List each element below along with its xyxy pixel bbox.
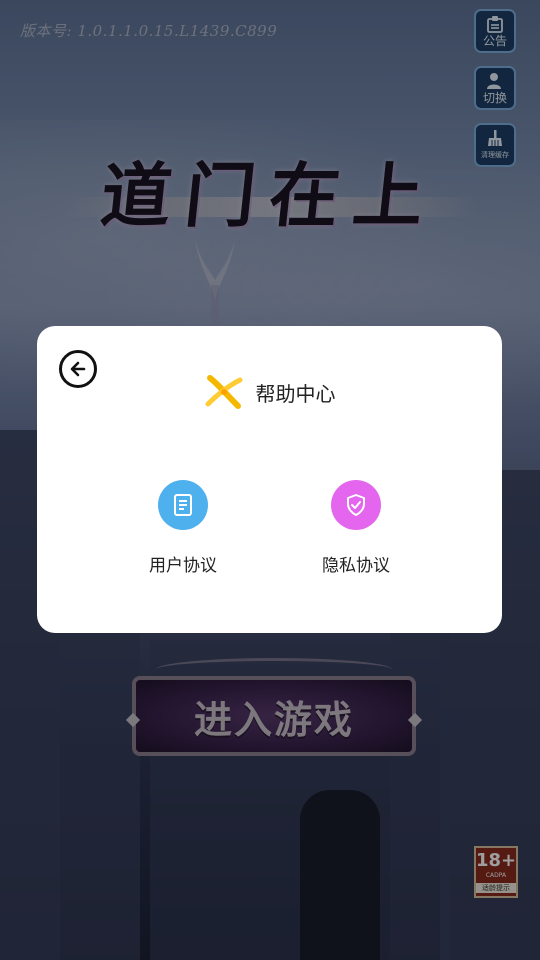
user-agreement-option[interactable]: 用户协议: [113, 480, 253, 576]
user-agreement-label: 用户协议: [149, 556, 217, 575]
shield-check-icon: [347, 494, 365, 516]
dialog-header: 帮助中心: [37, 374, 502, 410]
document-icon-circle: [158, 480, 208, 530]
dialog-title: 帮助中心: [255, 383, 336, 406]
privacy-policy-option[interactable]: 隐私协议: [286, 480, 426, 576]
privacy-policy-label: 隐私协议: [322, 556, 390, 575]
document-icon: [174, 494, 192, 516]
brand-logo-icon: [205, 375, 242, 409]
shield-icon-circle: [331, 480, 381, 530]
help-center-dialog: 帮助中心 用户协议 隐私协议: [37, 326, 502, 633]
